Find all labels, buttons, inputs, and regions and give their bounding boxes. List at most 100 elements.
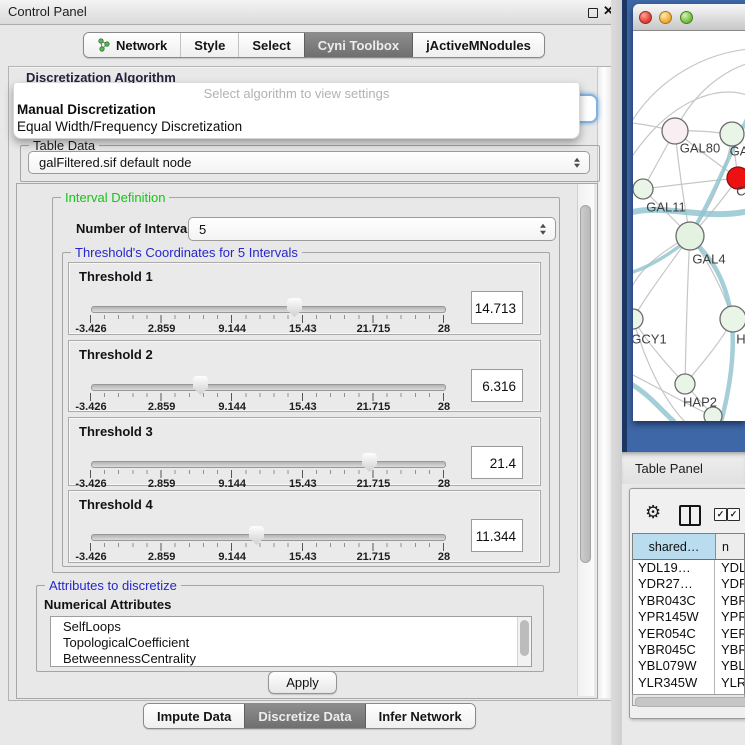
- table-data-combobox[interactable]: galFiltered.sif default node: [28, 151, 590, 174]
- checkbox-icon[interactable]: ✓: [714, 508, 727, 521]
- number-of-intervals-spinner[interactable]: 5: [188, 217, 556, 241]
- node-partial-low-right[interactable]: [720, 306, 745, 332]
- threshold-value-input[interactable]: 14.713: [471, 291, 523, 324]
- cell[interactable]: YDR27…: [633, 576, 715, 592]
- table-row[interactable]: YDR27…YDR2: [633, 576, 744, 592]
- tab-discretize-data[interactable]: Discretize Data: [244, 704, 364, 728]
- list-scrollbar-thumb[interactable]: [520, 620, 529, 656]
- table-row[interactable]: YBR045CYBR0: [633, 642, 744, 658]
- split-pane-divider[interactable]: [611, 0, 622, 745]
- threshold-value-input[interactable]: 21.4: [471, 446, 523, 479]
- cell[interactable]: YDL1: [715, 560, 744, 576]
- threshold-2-panel: Threshold 2 -3.426 2.859 9.144 15.43 21.…: [68, 340, 541, 412]
- cell[interactable]: YLR345W: [633, 675, 715, 691]
- column-header-name[interactable]: n: [716, 534, 744, 559]
- tab-network[interactable]: Network: [84, 33, 180, 57]
- node-label-gcy1: GCY1: [633, 332, 667, 347]
- table-row[interactable]: YDL19…YDL1: [633, 560, 744, 576]
- column-header-shared-name[interactable]: shared…: [633, 534, 716, 559]
- tab-label: Network: [116, 38, 167, 53]
- control-panel-tabs: Network Style Select Cyni Toolbox jActiv…: [83, 32, 545, 58]
- node-label-partial-low-right: H: [736, 332, 745, 347]
- scale-label: 21.715: [357, 323, 391, 335]
- node-gal4[interactable]: [676, 222, 704, 250]
- tab-label: Infer Network: [379, 709, 462, 724]
- scale-label: 9.144: [218, 478, 246, 490]
- slider-track[interactable]: [91, 384, 446, 391]
- apply-button[interactable]: Apply: [268, 671, 337, 694]
- scale-label: 15.43: [289, 401, 317, 413]
- gear-icon[interactable]: ⚙: [645, 503, 661, 521]
- list-item[interactable]: SelfLoops: [51, 619, 531, 635]
- node-partial-top-right[interactable]: [720, 122, 744, 146]
- threshold-value-input[interactable]: 6.316: [471, 369, 523, 402]
- tab-infer-network[interactable]: Infer Network: [365, 704, 475, 728]
- table-row[interactable]: YBR043CYBR0: [633, 593, 744, 609]
- list-item[interactable]: BetweennessCentrality: [51, 651, 531, 667]
- interval-definition-label: Interval Definition: [61, 190, 169, 205]
- zoom-traffic-light[interactable]: [680, 11, 693, 24]
- cell[interactable]: YER054C: [633, 626, 715, 642]
- tab-label: Cyni Toolbox: [318, 38, 399, 53]
- cell[interactable]: YPR145W: [633, 609, 715, 625]
- tab-label: jActiveMNodules: [426, 38, 531, 53]
- checkbox-icon[interactable]: ✓: [727, 508, 740, 521]
- settings-scrollbar-thumb[interactable]: [580, 205, 591, 563]
- cell[interactable]: YBR0: [715, 642, 744, 658]
- table-row[interactable]: YPR145WYPR1: [633, 609, 744, 625]
- table-panel-title: Table Panel: [635, 461, 703, 476]
- scale-label: 21.715: [357, 401, 391, 413]
- node-hap2[interactable]: [675, 374, 695, 394]
- float-window-icon[interactable]: [588, 8, 598, 18]
- scale-label: 9.144: [218, 551, 246, 563]
- node-label-partial-mid-right: C: [736, 184, 745, 199]
- cell[interactable]: YBR043C: [633, 593, 715, 609]
- cell[interactable]: YBR045C: [633, 642, 715, 658]
- list-item[interactable]: TopologicalCoefficient: [51, 635, 531, 651]
- network-canvas[interactable]: GAL80 GA C GAL11 GAL4 GCY1 H HAP2: [633, 31, 745, 421]
- scale-label: 28: [438, 551, 450, 563]
- table-hscrollbar-thumb[interactable]: [635, 697, 745, 707]
- slider-track[interactable]: [91, 306, 446, 313]
- window-frame-edge: [622, 0, 627, 452]
- threshold-label: Threshold 2: [79, 347, 153, 362]
- tab-select[interactable]: Select: [238, 33, 303, 57]
- close-traffic-light[interactable]: [639, 11, 652, 24]
- node-label-gal80: GAL80: [680, 141, 720, 156]
- cell[interactable]: YBL0: [715, 658, 744, 674]
- cell[interactable]: YBL079W: [633, 658, 715, 674]
- table-header-row: shared… n: [633, 534, 744, 560]
- slider-track[interactable]: [91, 534, 446, 541]
- dropdown-option-equal-width[interactable]: Equal Width/Frequency Discretization: [17, 119, 242, 134]
- network-window: GAL80 GA C GAL11 GAL4 GCY1 H HAP2: [633, 4, 745, 421]
- cell[interactable]: YPR1: [715, 609, 744, 625]
- tab-jactivemnodules[interactable]: jActiveMNodules: [412, 33, 544, 57]
- node-attribute-table: shared… n YDL19…YDL1 YDR27…YDR2 YBR043CY…: [632, 533, 745, 694]
- spinner-arrows-icon: [540, 224, 546, 235]
- tab-style[interactable]: Style: [180, 33, 238, 57]
- threshold-value-input[interactable]: 11.344: [471, 519, 523, 552]
- table-row[interactable]: YBL079WYBL0: [633, 658, 744, 674]
- node-gcy1[interactable]: [633, 309, 643, 329]
- column-layout-icon[interactable]: [679, 505, 701, 526]
- list-scrollbar-track[interactable]: [517, 617, 531, 666]
- table-row[interactable]: YER054CYER0: [633, 626, 744, 642]
- table-hscrollbar-track[interactable]: [632, 694, 745, 706]
- table-row[interactable]: YLR345WYLR3: [633, 675, 744, 691]
- tab-impute-data[interactable]: Impute Data: [144, 704, 244, 728]
- numerical-attributes-label: Numerical Attributes: [44, 597, 171, 612]
- minimize-traffic-light[interactable]: [659, 11, 672, 24]
- tab-cyni-toolbox[interactable]: Cyni Toolbox: [304, 33, 412, 57]
- slider-track[interactable]: [91, 461, 446, 468]
- cell[interactable]: YLR3: [715, 675, 744, 691]
- cell[interactable]: YER0: [715, 626, 744, 642]
- node-gal11[interactable]: [633, 179, 653, 199]
- cell[interactable]: YDR2: [715, 576, 744, 592]
- cell[interactable]: YBR0: [715, 593, 744, 609]
- slider-major-ticks: [90, 315, 445, 323]
- cell[interactable]: YDL19…: [633, 560, 715, 576]
- network-window-titlebar[interactable]: [633, 4, 745, 31]
- scale-label: 15.43: [289, 478, 317, 490]
- dropdown-option-manual[interactable]: Manual Discretization: [17, 102, 156, 117]
- scale-label: 28: [438, 401, 450, 413]
